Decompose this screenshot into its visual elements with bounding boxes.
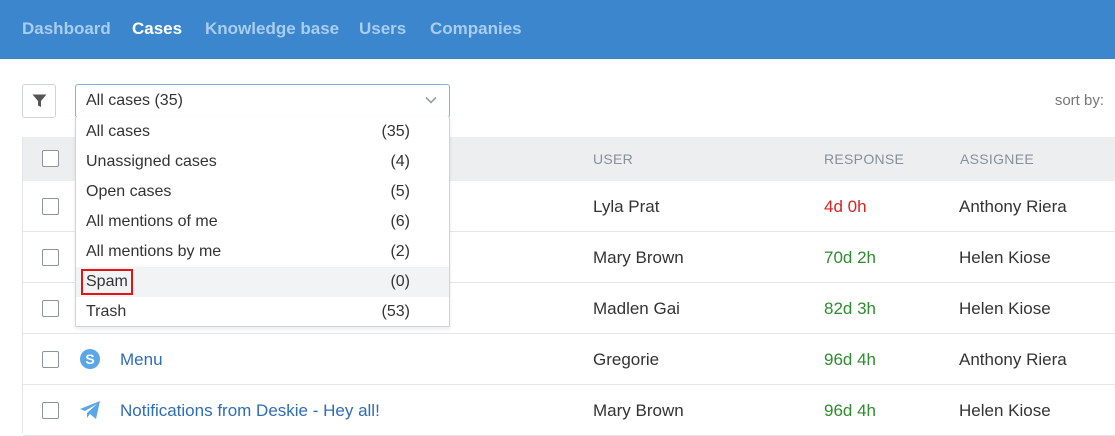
dropdown-item-trash[interactable]: Trash (53) [76,297,449,327]
dropdown-item-count: (2) [390,243,410,260]
header-user[interactable]: USER [593,151,633,167]
nav-cases[interactable]: Cases [132,19,182,39]
dropdown-item-label: Spam [86,273,128,290]
dropdown-item-count: (6) [390,213,410,230]
header-response[interactable]: RESPONSE [824,151,904,167]
nav-companies[interactable]: Companies [430,19,522,39]
dropdown-item-label: Open cases [86,183,172,200]
row-response: 96d 4h [824,401,876,420]
row-checkbox[interactable] [42,198,59,215]
row-user: Mary Brown [593,248,684,267]
row-checkbox[interactable] [42,351,59,368]
dropdown-item-unassigned[interactable]: Unassigned cases (4) [76,147,449,177]
dropdown-item-count: (5) [390,183,410,200]
top-navigation: Dashboard Cases Knowledge base Users Com… [0,0,1115,59]
dropdown-item-count: (53) [381,303,410,320]
dropdown-item-label: All cases [86,123,151,140]
filter-icon [32,94,46,107]
row-assignee: Helen Kiose [959,299,1051,318]
row-user: Madlen Gai [593,299,680,318]
row-response: 82d 3h [824,299,876,318]
row-checkbox[interactable] [42,249,59,266]
dropdown-item-mentions-by-me[interactable]: All mentions by me (2) [76,237,449,267]
dropdown-item-mentions-of-me[interactable]: All mentions of me (6) [76,207,449,237]
row-response: 4d 0h [824,197,867,216]
dropdown-item-count: (0) [390,273,410,290]
row-checkbox[interactable] [42,300,59,317]
svg-text:S: S [85,351,94,367]
chevron-down-icon [425,96,437,104]
row-user: Mary Brown [593,401,684,420]
nav-dashboard[interactable]: Dashboard [22,19,111,39]
dropdown-item-count: (35) [381,123,410,140]
row-assignee: Anthony Riera [959,197,1067,216]
case-filter-select[interactable]: All cases (35) [75,84,450,118]
row-assignee: Anthony Riera [959,350,1067,369]
nav-knowledge-base[interactable]: Knowledge base [205,19,339,39]
row-response: 70d 2h [824,248,876,267]
row-user: Gregorie [593,350,660,369]
select-all-checkbox[interactable] [42,150,59,167]
filter-button[interactable] [22,84,56,118]
dropdown-item-all-cases[interactable]: All cases (35) [76,117,449,147]
row-assignee: Helen Kiose [959,248,1051,267]
dropdown-item-spam[interactable]: Spam (0) [76,267,449,297]
table-row[interactable]: Notifications from Deskie - Hey all! Mar… [23,385,1115,436]
sort-by-label[interactable]: sort by: [1055,92,1104,109]
skype-icon: S [80,349,100,369]
row-checkbox[interactable] [42,402,59,419]
row-assignee: Helen Kiose [959,401,1051,420]
dropdown-item-label: All mentions by me [86,243,222,260]
row-response: 96d 4h [824,350,876,369]
nav-users[interactable]: Users [359,19,406,39]
row-subject[interactable]: Menu [120,350,163,370]
row-user: Lyla Prat [593,197,660,216]
header-assignee[interactable]: ASSIGNEE [960,151,1034,167]
table-row[interactable]: S Menu Gregorie 96d 4h Anthony Riera [23,334,1115,385]
selected-filter-value: All cases (35) [86,92,183,109]
dropdown-item-label: Trash [86,303,127,320]
dropdown-item-label: Unassigned cases [86,153,217,170]
dropdown-item-label: All mentions of me [86,213,218,230]
case-filter-dropdown: All cases (35) Unassigned cases (4) Open… [75,117,450,327]
dropdown-item-open-cases[interactable]: Open cases (5) [76,177,449,207]
row-subject[interactable]: Notifications from Deskie - Hey all! [120,401,380,421]
telegram-icon [80,401,100,419]
dropdown-item-count: (4) [390,153,410,170]
